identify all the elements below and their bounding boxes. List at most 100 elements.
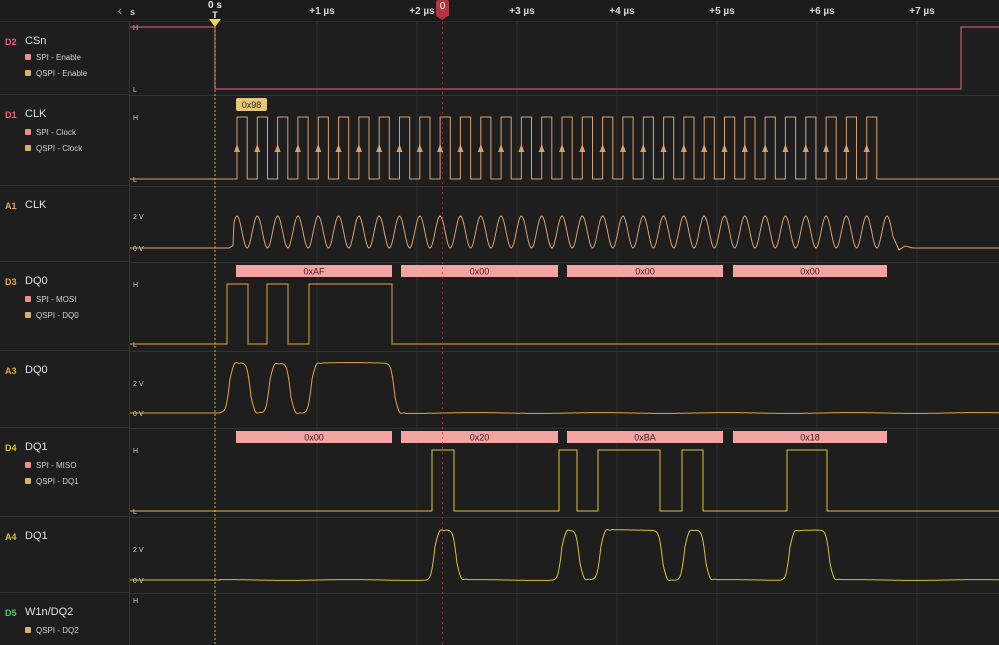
decoder-label: SPI - Clock bbox=[36, 128, 77, 137]
clock-edge-marker-icon bbox=[315, 144, 322, 152]
ruler-tick-label: +5 µs bbox=[709, 6, 735, 17]
spi-dot-icon bbox=[25, 129, 31, 135]
channel-name: W1n/DQ2 bbox=[25, 606, 74, 618]
clock-edge-marker-icon bbox=[701, 144, 708, 152]
decoder-label: SPI - MISO bbox=[36, 461, 77, 470]
channel-name: CLK bbox=[25, 199, 47, 211]
level-label: 0 V bbox=[133, 246, 144, 253]
time-ruler[interactable]: ‹ s +1 µs +2 µs +3 µs +4 µs +5 µs +6 µs … bbox=[0, 0, 999, 27]
clock-edge-marker-icon bbox=[721, 144, 728, 152]
channel-row-a1[interactable]: A1 CLK bbox=[0, 186, 130, 262]
channel-id: A1 bbox=[5, 201, 17, 211]
waveform-plot-area[interactable]: H L H L 2 V 0 V H L 2 V 0 V H L 2 V 0 V H 0x98 0xAF 0x00… bbox=[130, 22, 999, 645]
qspi-dot-icon bbox=[25, 312, 31, 318]
decoder-qspi-enable[interactable]: QSPI - Enable bbox=[25, 69, 87, 78]
clock-edge-marker-icon bbox=[741, 144, 748, 152]
decoded-byte-label: 0xBA bbox=[634, 433, 656, 443]
clock-edge-marker-icon bbox=[498, 144, 505, 152]
spi-dot-icon bbox=[25, 54, 31, 60]
channel-row-a4[interactable]: A4 DQ1 bbox=[0, 517, 130, 593]
ruler-tick-label: +6 µs bbox=[809, 6, 835, 17]
decoder-label: SPI - MOSI bbox=[36, 295, 77, 304]
decoded-byte-label: 0x18 bbox=[800, 433, 820, 443]
ruler-tick-label: +1 µs bbox=[309, 6, 335, 17]
channel-row-d1[interactable]: D1 CLK SPI - Clock QSPI - Clock bbox=[0, 95, 130, 186]
dq1-digital-trace bbox=[130, 449, 999, 512]
decoder-spi-miso[interactable]: SPI - MISO bbox=[25, 461, 76, 470]
clock-edge-marker-icon bbox=[254, 144, 261, 152]
spi-dot-icon bbox=[25, 296, 31, 302]
qspi-dot-icon bbox=[25, 627, 31, 633]
channel-id: D5 bbox=[5, 608, 17, 618]
clk-analog-trace bbox=[130, 215, 999, 251]
time-cursor-marker[interactable]: 0 bbox=[436, 0, 449, 20]
decoded-byte-label: 0x00 bbox=[800, 267, 820, 277]
chevron-left-icon[interactable]: ‹ bbox=[112, 1, 128, 19]
dq1-decoded-byte[interactable]: 0x20 bbox=[401, 431, 558, 443]
dq0-decoded-byte[interactable]: 0x00 bbox=[733, 265, 887, 277]
csn-trace bbox=[130, 26, 999, 90]
clock-edge-marker-icon bbox=[660, 144, 667, 152]
dq1-decoded-byte[interactable]: 0xBA bbox=[567, 431, 723, 443]
clock-edge-marker-icon bbox=[335, 144, 342, 152]
level-label: L bbox=[133, 509, 137, 516]
level-label: L bbox=[133, 177, 137, 184]
dq0-decoded-byte[interactable]: 0xAF bbox=[236, 265, 392, 277]
channel-row-a3[interactable]: A3 DQ0 bbox=[0, 351, 130, 428]
level-label: H bbox=[133, 598, 138, 605]
waveform-canvas[interactable]: H L H L 2 V 0 V H L 2 V 0 V H L 2 V 0 V H 0x98 0xAF 0x00… bbox=[130, 22, 999, 645]
channel-label-panel: D2 CSn SPI - Enable QSPI - Enable D1 CLK… bbox=[0, 22, 130, 645]
level-label: L bbox=[133, 87, 137, 94]
decoder-label: QSPI - Enable bbox=[36, 69, 88, 78]
clock-edge-marker-icon bbox=[355, 144, 362, 152]
level-label: H bbox=[133, 25, 138, 32]
decoder-label: SPI - Enable bbox=[36, 53, 81, 62]
decoded-byte-label: 0x00 bbox=[304, 433, 324, 443]
decoder-qspi-dq1[interactable]: QSPI - DQ1 bbox=[25, 477, 79, 486]
qspi-dot-icon bbox=[25, 145, 31, 151]
channel-id: D3 bbox=[5, 277, 17, 287]
decoder-spi-mosi[interactable]: SPI - MOSI bbox=[25, 295, 76, 304]
channel-id: A4 bbox=[5, 532, 17, 542]
ruler-tick-label: +7 µs bbox=[909, 6, 935, 17]
level-label: H bbox=[133, 115, 138, 122]
decoded-byte-label: 0x00 bbox=[635, 267, 655, 277]
dq1-decoded-byte[interactable]: 0x18 bbox=[733, 431, 887, 443]
channel-id: D1 bbox=[5, 110, 17, 120]
qspi-dot-icon bbox=[25, 478, 31, 484]
clk-digital-trace bbox=[130, 116, 999, 180]
clock-edge-marker-icon bbox=[680, 144, 687, 152]
clock-edge-marker-icon bbox=[457, 144, 464, 152]
clock-edge-marker-icon bbox=[518, 144, 525, 152]
clock-edge-marker-icon bbox=[823, 144, 830, 152]
decoder-spi-clock[interactable]: SPI - Clock bbox=[25, 128, 76, 137]
dq0-decoded-byte[interactable]: 0x00 bbox=[401, 265, 558, 277]
ruler-tick-label: +4 µs bbox=[609, 6, 635, 17]
decoder-spi-enable[interactable]: SPI - Enable bbox=[25, 53, 81, 62]
channel-name: DQ1 bbox=[25, 441, 48, 453]
decoder-qspi-dq0[interactable]: QSPI - DQ0 bbox=[25, 311, 79, 320]
channel-row-d4[interactable]: D4 DQ1 SPI - MISO QSPI - DQ1 bbox=[0, 428, 130, 517]
clock-edge-marker-icon bbox=[477, 144, 484, 152]
clock-edge-marker-icon bbox=[782, 144, 789, 152]
decoder-qspi-clock[interactable]: QSPI - Clock bbox=[25, 144, 82, 153]
clock-edge-marker-icon bbox=[234, 144, 240, 152]
channel-row-d5[interactable]: D5 W1n/DQ2 QSPI - DQ2 bbox=[0, 593, 130, 645]
dq1-decoded-byte[interactable]: 0x00 bbox=[236, 431, 392, 443]
dq0-decoded-byte[interactable]: 0x00 bbox=[567, 265, 723, 277]
channel-row-d3[interactable]: D3 DQ0 SPI - MOSI QSPI - DQ0 bbox=[0, 262, 130, 351]
ruler-tick-label: +2 µs bbox=[409, 6, 435, 17]
decoded-byte-label: 0x00 bbox=[470, 267, 490, 277]
decoder-label: QSPI - DQ1 bbox=[36, 477, 79, 486]
clk-badge-label: 0x98 bbox=[242, 100, 262, 110]
clock-edge-marker-icon bbox=[416, 144, 423, 152]
channel-name: CSn bbox=[25, 35, 47, 47]
decoder-qspi-dq2[interactable]: QSPI - DQ2 bbox=[25, 626, 79, 635]
dq1-analog-trace bbox=[130, 529, 999, 581]
decoder-label: QSPI - Clock bbox=[36, 144, 83, 153]
ruler-tick-label: +3 µs bbox=[509, 6, 535, 17]
channel-row-d2[interactable]: D2 CSn SPI - Enable QSPI - Enable bbox=[0, 22, 130, 95]
decoder-label: QSPI - DQ0 bbox=[36, 311, 79, 320]
clock-edge-marker-icon bbox=[294, 144, 301, 152]
dq0-analog-trace bbox=[130, 362, 999, 414]
